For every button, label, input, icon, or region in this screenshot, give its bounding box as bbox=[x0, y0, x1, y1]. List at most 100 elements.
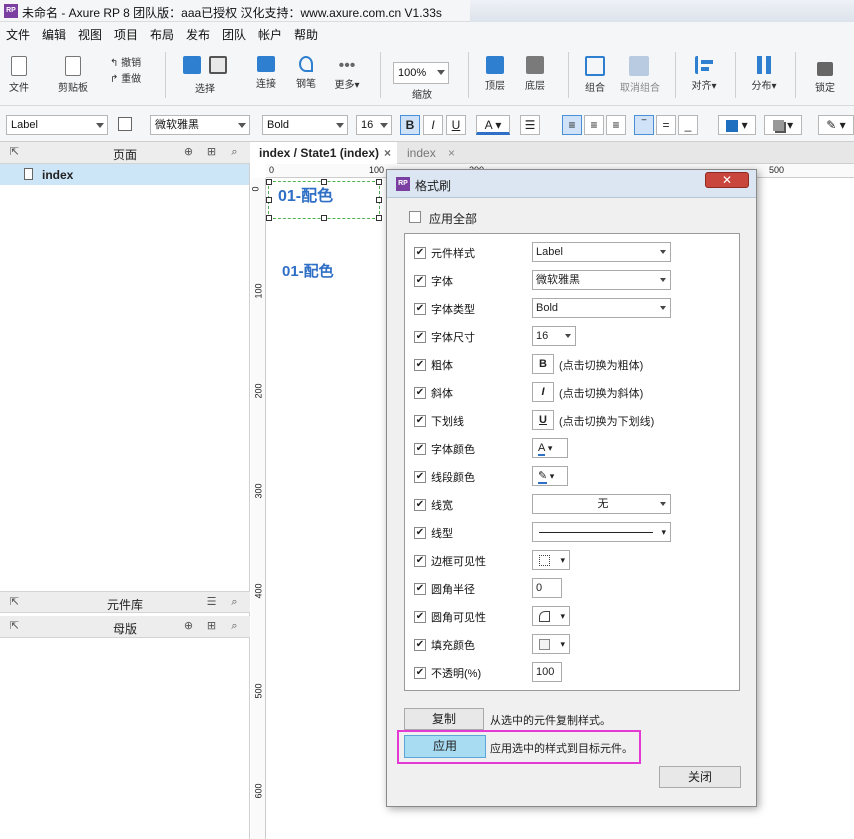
resize-handle[interactable] bbox=[321, 179, 327, 185]
align-button[interactable]: 对齐▾ bbox=[689, 56, 719, 92]
property-checkbox[interactable]: ✔ bbox=[414, 527, 426, 539]
property-checkbox[interactable]: ✔ bbox=[414, 331, 426, 343]
underline-button[interactable]: U bbox=[446, 115, 466, 135]
apply-all-checkbox[interactable] bbox=[409, 211, 421, 223]
property-border-button[interactable]: ▾ bbox=[532, 550, 570, 570]
lock-button[interactable]: 锁定 bbox=[812, 56, 838, 94]
line-style-select[interactable]: ▾ bbox=[532, 522, 671, 542]
send-to-back-button[interactable]: 底层 bbox=[522, 56, 548, 92]
bold-button[interactable]: B bbox=[400, 115, 420, 135]
resize-handle[interactable] bbox=[321, 215, 327, 221]
property-corner-button[interactable]: ▾ bbox=[532, 606, 570, 626]
font-size-select[interactable]: 16 bbox=[356, 115, 392, 135]
close-icon[interactable]: ✕ bbox=[705, 172, 749, 188]
distribute-button[interactable]: 分布▾ bbox=[749, 56, 779, 92]
valign-middle-button[interactable]: = bbox=[656, 115, 676, 135]
align-center-button[interactable]: ≡ bbox=[584, 115, 604, 135]
property-checkbox[interactable]: ✔ bbox=[414, 611, 426, 623]
property-toggle-button[interactable]: U bbox=[532, 410, 554, 430]
undo-button[interactable]: ↰ 撤销 bbox=[110, 54, 141, 69]
label-widget[interactable]: 01-配色 bbox=[282, 260, 334, 281]
valign-top-button[interactable]: ‾ bbox=[634, 115, 654, 135]
connect-tool[interactable]: 连接 bbox=[254, 56, 278, 90]
property-checkbox[interactable]: ✔ bbox=[414, 387, 426, 399]
tab-index-state1[interactable]: index / State1 (index) × bbox=[251, 142, 397, 164]
add-master-icon[interactable]: ⊕ bbox=[182, 620, 195, 633]
close-button[interactable]: 关闭 bbox=[659, 766, 741, 788]
italic-button[interactable]: I bbox=[423, 115, 443, 135]
resize-handle[interactable] bbox=[266, 179, 272, 185]
selected-label-widget[interactable]: 01-配色 bbox=[266, 179, 382, 221]
property-checkbox[interactable]: ✔ bbox=[414, 359, 426, 371]
property-checkbox[interactable]: ✔ bbox=[414, 667, 426, 679]
zoom-select[interactable]: 100% bbox=[393, 62, 449, 84]
property-checkbox[interactable]: ✔ bbox=[414, 471, 426, 483]
resize-handle[interactable] bbox=[376, 197, 382, 203]
copy-button[interactable]: 复制 bbox=[404, 708, 484, 730]
menu-help[interactable]: 帮助 bbox=[294, 26, 318, 43]
menu-project[interactable]: 项目 bbox=[114, 26, 138, 43]
style-editor-icon[interactable] bbox=[118, 117, 132, 131]
property-checkbox[interactable]: ✔ bbox=[414, 415, 426, 427]
property-color-button[interactable]: ✎ ▾ bbox=[532, 466, 568, 486]
property-checkbox[interactable]: ✔ bbox=[414, 639, 426, 651]
page-item-index[interactable]: index bbox=[0, 164, 249, 185]
menu-view[interactable]: 视图 bbox=[78, 26, 102, 43]
properties-list[interactable]: ✔ 元件样式 Label ✔ 字体 微软雅黑 ✔ 字体类型 Bold ✔ 字体尺寸 16 ✔ 粗体 (点击切… bbox=[404, 233, 740, 691]
file-button[interactable]: 文件 bbox=[6, 56, 32, 94]
font-weight-select[interactable]: Bold bbox=[262, 115, 348, 135]
resize-handle[interactable] bbox=[266, 197, 272, 203]
property-checkbox[interactable]: ✔ bbox=[414, 583, 426, 595]
add-folder-icon[interactable]: ⊞ bbox=[205, 146, 218, 159]
apply-button[interactable]: 应用 bbox=[404, 735, 486, 758]
fill-color-button[interactable]: ▾ bbox=[718, 115, 756, 135]
ungroup-button[interactable]: 取消组合 bbox=[620, 56, 660, 94]
resize-handle[interactable] bbox=[266, 215, 272, 221]
align-left-button[interactable]: ≡ bbox=[562, 115, 582, 135]
align-right-button[interactable]: ≡ bbox=[606, 115, 626, 135]
resize-handle[interactable] bbox=[376, 179, 382, 185]
menu-publish[interactable]: 发布 bbox=[186, 26, 210, 43]
property-select[interactable]: 微软雅黑 bbox=[532, 270, 671, 290]
tab-index[interactable]: index × bbox=[399, 142, 459, 164]
property-checkbox[interactable]: ✔ bbox=[414, 443, 426, 455]
valign-bottom-button[interactable]: _ bbox=[678, 115, 698, 135]
widget-style-select[interactable]: Label bbox=[6, 115, 108, 135]
pen-tool[interactable]: 钢笔 bbox=[294, 56, 318, 90]
menu-file[interactable]: 文件 bbox=[6, 26, 30, 43]
search-icon[interactable]: ⌕ bbox=[228, 146, 241, 159]
close-icon[interactable]: × bbox=[448, 142, 455, 164]
menu-layout[interactable]: 布局 bbox=[150, 26, 174, 43]
property-input[interactable]: 0 bbox=[532, 578, 562, 598]
shadow-button[interactable]: ▾ bbox=[764, 115, 802, 135]
search-icon[interactable]: ⌕ bbox=[228, 596, 241, 609]
menu-edit[interactable]: 编辑 bbox=[42, 26, 66, 43]
property-checkbox[interactable]: ✔ bbox=[414, 275, 426, 287]
property-select[interactable]: 无 bbox=[532, 494, 671, 514]
property-color-button[interactable]: A ▾ bbox=[532, 438, 568, 458]
property-fill-button[interactable]: ▾ bbox=[532, 634, 570, 654]
property-checkbox[interactable]: ✔ bbox=[414, 303, 426, 315]
more-tools-button[interactable]: ••• 更多▾ bbox=[332, 56, 362, 91]
bullet-list-button[interactable]: ☰ bbox=[520, 115, 540, 135]
bring-to-front-button[interactable]: 顶层 bbox=[482, 56, 508, 92]
property-toggle-button[interactable]: B bbox=[532, 354, 554, 374]
close-icon[interactable]: × bbox=[384, 142, 391, 164]
property-select[interactable]: Bold bbox=[532, 298, 671, 318]
property-select[interactable]: 16 bbox=[532, 326, 576, 346]
resize-handle[interactable] bbox=[376, 215, 382, 221]
clipboard-button[interactable]: 剪贴板 bbox=[56, 56, 90, 94]
property-checkbox[interactable]: ✔ bbox=[414, 499, 426, 511]
menu-team[interactable]: 团队 bbox=[222, 26, 246, 43]
property-checkbox[interactable]: ✔ bbox=[414, 555, 426, 567]
add-page-icon[interactable]: ⊕ bbox=[182, 146, 195, 159]
menu-account[interactable]: 帐户 bbox=[258, 26, 282, 43]
property-toggle-button[interactable]: I bbox=[532, 382, 554, 402]
menu-icon[interactable]: ☰ bbox=[205, 596, 218, 609]
property-select[interactable]: Label bbox=[532, 242, 671, 262]
property-checkbox[interactable]: ✔ bbox=[414, 247, 426, 259]
redo-button[interactable]: ↱ 重做 bbox=[110, 70, 141, 85]
font-color-button[interactable]: A ▾ bbox=[476, 115, 510, 135]
select-tool[interactable]: 选择 bbox=[180, 56, 230, 95]
group-button[interactable]: 组合 bbox=[582, 56, 608, 94]
